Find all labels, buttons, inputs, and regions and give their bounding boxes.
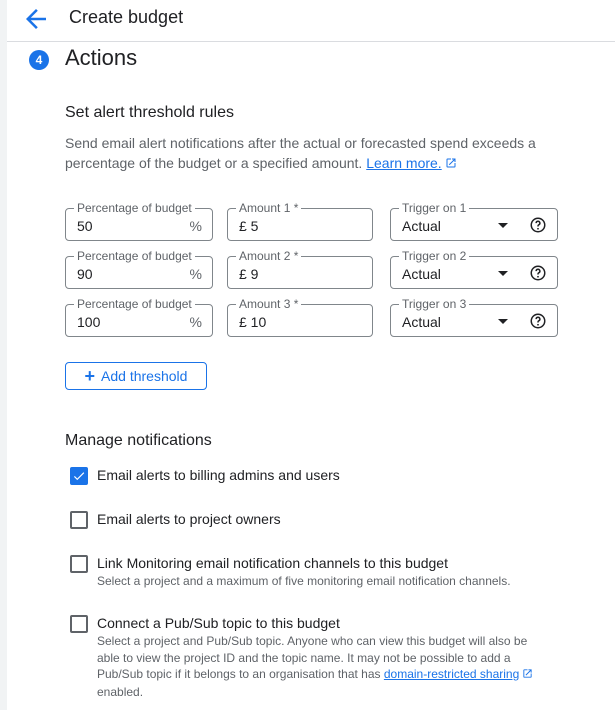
checkmark-icon — [73, 472, 85, 481]
pubsub-topic-label: Connect a Pub/Sub topic to this budget — [97, 615, 340, 631]
learn-more-link[interactable]: Learn more. — [366, 155, 441, 171]
amount-value-2: £ 9 — [239, 266, 259, 282]
monitoring-channels-description: Select a project and a maximum of five m… — [97, 574, 511, 588]
percent-suffix-3: % — [189, 314, 202, 330]
amount-field-2[interactable]: Amount 2 * £ 9 — [227, 248, 373, 289]
dropdown-caret-icon — [498, 319, 508, 324]
step-number-badge: 4 — [29, 50, 49, 70]
billing-admins-checkbox[interactable] — [70, 467, 88, 485]
percentage-label-2: Percentage of budget — [74, 248, 195, 264]
add-threshold-button[interactable]: + Add threshold — [65, 362, 207, 390]
monitoring-channels-checkbox[interactable] — [70, 555, 88, 573]
billing-admins-label: Email alerts to billing admins and users — [97, 467, 340, 483]
add-threshold-label: Add threshold — [101, 368, 188, 384]
percentage-field-1[interactable]: Percentage of budget 50 % — [65, 200, 213, 241]
trigger-value-2: Actual — [402, 266, 441, 282]
section-title: Actions — [65, 45, 138, 70]
notifications-heading: Manage notifications — [65, 432, 212, 449]
external-link-icon — [445, 155, 457, 175]
amount-field-3[interactable]: Amount 3 * £ 10 — [227, 296, 373, 337]
help-icon[interactable] — [529, 216, 547, 234]
monitoring-channels-label: Link Monitoring email notification chann… — [97, 555, 448, 571]
description-text: Send email alert notifications after the… — [65, 135, 536, 171]
percentage-field-2[interactable]: Percentage of budget 90 % — [65, 248, 213, 289]
amount-label-2: Amount 2 * — [236, 248, 302, 264]
trigger-value-3: Actual — [402, 314, 441, 330]
pubsub-topic-description: Select a project and Pub/Sub topic. Anyo… — [97, 633, 537, 700]
percentage-field-3[interactable]: Percentage of budget 100 % — [65, 296, 213, 337]
threshold-heading: Set alert threshold rules — [65, 104, 234, 121]
percentage-value-3: 100 — [77, 314, 101, 330]
percent-suffix-2: % — [189, 266, 202, 282]
percentage-value-1: 50 — [77, 218, 93, 234]
amount-label-3: Amount 3 * — [236, 296, 302, 312]
dropdown-caret-icon — [498, 271, 508, 276]
help-icon[interactable] — [529, 264, 547, 282]
trigger-value-1: Actual — [402, 218, 441, 234]
amount-value-3: £ 10 — [239, 314, 267, 330]
percentage-label-1: Percentage of budget — [74, 200, 195, 216]
help-icon[interactable] — [529, 312, 547, 330]
plus-icon: + — [84, 366, 96, 386]
project-owners-label: Email alerts to project owners — [97, 511, 281, 527]
dropdown-caret-icon — [498, 223, 508, 228]
domain-restricted-sharing-link[interactable]: domain-restricted sharing — [384, 667, 519, 681]
percentage-label-3: Percentage of budget — [74, 296, 195, 312]
amount-field-1[interactable]: Amount 1 * £ 5 — [227, 200, 373, 241]
pubsub-text-after: enabled. — [97, 684, 144, 699]
percentage-value-2: 90 — [77, 266, 93, 282]
percent-suffix-1: % — [189, 218, 202, 234]
trigger-select-3[interactable]: Trigger on 3 Actual — [390, 296, 558, 337]
pubsub-topic-checkbox[interactable] — [70, 615, 88, 633]
project-owners-checkbox[interactable] — [70, 511, 88, 529]
left-gutter — [0, 0, 7, 710]
trigger-label-1: Trigger on 1 — [399, 200, 470, 216]
threshold-description: Send email alert notifications after the… — [65, 134, 565, 174]
back-button[interactable] — [21, 4, 51, 34]
trigger-select-2[interactable]: Trigger on 2 Actual — [390, 248, 558, 289]
amount-value-1: £ 5 — [239, 218, 259, 234]
arrow-left-icon — [26, 9, 46, 29]
trigger-select-1[interactable]: Trigger on 1 Actual — [390, 200, 558, 241]
page-title: Create budget — [69, 7, 184, 27]
trigger-label-3: Trigger on 3 — [399, 296, 470, 312]
top-bar: Create budget — [7, 0, 615, 42]
amount-label-1: Amount 1 * — [236, 200, 302, 216]
trigger-label-2: Trigger on 2 — [399, 248, 470, 264]
external-link-icon — [522, 667, 533, 684]
